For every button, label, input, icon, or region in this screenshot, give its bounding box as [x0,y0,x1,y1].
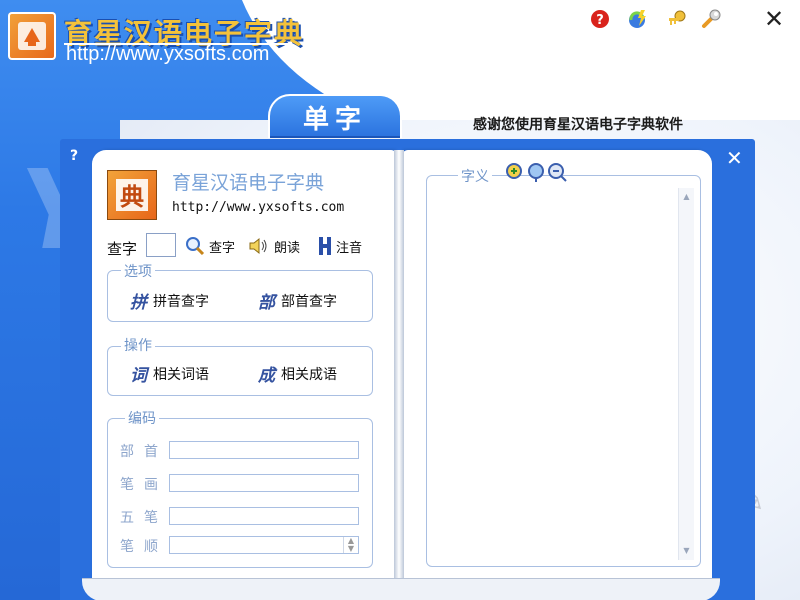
phonetic-label: 注音 [336,240,363,256]
phonetic-h-icon [319,237,331,255]
pinyin-icon: 拼 [130,293,147,313]
update-icon [629,10,646,28]
query-button[interactable]: 查字 [185,236,235,256]
definition-title: 字义 [458,166,492,186]
right-page-edge [400,578,720,600]
stroke-order-spinner[interactable]: ▲ ▼ [343,537,358,553]
update-button[interactable] [627,8,649,30]
dictionary-title: 育星汉语电子字典 [172,172,325,194]
related-idioms-label: 相关成语 [281,366,337,383]
svg-text:典: 典 [120,182,144,211]
definition-text-area[interactable] [434,188,676,558]
slogan-text: 感谢您使用育星汉语电子字典软件 [473,117,683,133]
related-words-button[interactable]: 词 相关词语 [130,361,209,386]
book-close-button[interactable]: ✕ [726,146,743,170]
related-idioms-button[interactable]: 成 相关成语 [258,361,337,386]
zoom-reset-icon[interactable] [526,162,546,182]
related-words-label: 相关词语 [153,366,209,383]
dictionary-logo: 典 [107,170,157,220]
radical-icon: 部 [258,293,275,313]
read-aloud-label: 朗读 [274,240,301,256]
settings-button[interactable] [700,8,722,30]
zoom-in-icon[interactable] [505,162,525,182]
search-label: 查字 [107,240,138,258]
radical-code-label: 部首 [120,444,168,460]
scroll-up-arrow[interactable]: ▲ [679,190,694,204]
strokes-label: 笔画 [120,477,168,493]
pinyin-search-button[interactable]: 拼 拼音查字 [130,288,209,313]
wrench-icon [702,9,721,28]
phonetic-button[interactable]: 注音 [318,236,362,256]
book-help-button[interactable]: ? [70,148,78,164]
stroke-order-field[interactable]: ▲ ▼ [169,536,359,554]
register-button[interactable] [666,8,688,30]
dictionary-url: http://www.yxsofts.com [172,200,345,215]
words-icon: 词 [130,366,147,386]
stroke-order-label: 笔顺 [120,539,168,555]
app-url: http://www.yxsofts.com [66,43,270,65]
window-close-button[interactable]: ✕ [763,7,785,31]
operations-title: 操作 [121,335,155,355]
help-button[interactable]: ? [589,8,611,30]
scroll-down-arrow[interactable]: ▼ [679,544,694,558]
query-label: 查字 [209,240,236,256]
options-title: 选项 [121,261,155,281]
radical-search-button[interactable]: 部 部首查字 [258,288,337,313]
tab-single-char[interactable]: 单字 [268,94,402,138]
definition-scrollbar[interactable]: ▲ ▼ [678,188,694,560]
book-spine [394,150,404,600]
zoom-out-icon[interactable] [547,162,567,182]
strokes-field[interactable] [169,474,359,492]
main-window: Y ✎ 育星汉语电子字典 http://www.yxsofts.com ? [0,0,800,600]
help-icon: ? [591,10,609,28]
svg-text:?: ? [596,13,604,28]
speaker-icon [249,237,267,255]
encoding-title: 编码 [125,408,159,428]
read-aloud-button[interactable]: 朗读 [248,236,300,256]
radical-search-label: 部首查字 [281,293,337,310]
left-page-edge [82,578,402,600]
key-icon [669,10,686,25]
radical-code-field[interactable] [169,441,359,459]
pinyin-search-label: 拼音查字 [153,293,209,310]
char-search-input[interactable] [146,233,176,257]
wubi-label: 五笔 [120,510,168,526]
wubi-field[interactable] [169,507,359,525]
idioms-icon: 成 [258,366,275,386]
magnifier-icon [186,237,205,256]
app-logo [8,12,56,60]
